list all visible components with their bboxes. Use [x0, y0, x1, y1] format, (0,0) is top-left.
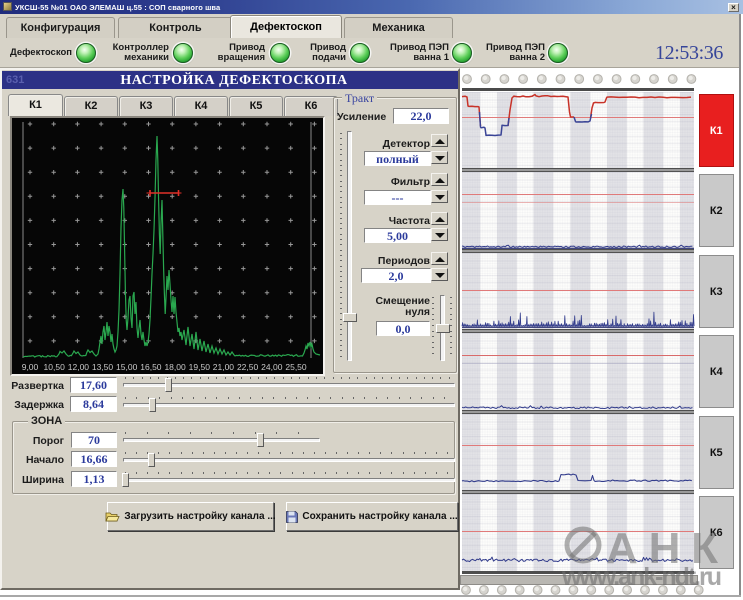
svg-text:13,50: 13,50 — [92, 362, 114, 372]
svg-text:22,50: 22,50 — [237, 362, 259, 372]
svg-text:www.ank-ndt.ru: www.ank-ndt.ru — [561, 563, 722, 591]
svg-text:10,50: 10,50 — [44, 362, 66, 372]
svg-text:9,00: 9,00 — [22, 362, 39, 372]
svg-text:18,00: 18,00 — [164, 362, 186, 372]
svg-text:24,00: 24,00 — [261, 362, 283, 372]
svg-text:19,50: 19,50 — [189, 362, 211, 372]
svg-text:25,50: 25,50 — [285, 362, 307, 372]
svg-text:16,50: 16,50 — [140, 362, 162, 372]
svg-text:15,00: 15,00 — [116, 362, 138, 372]
svg-text:21,00: 21,00 — [213, 362, 235, 372]
svg-text:12,00: 12,00 — [68, 362, 90, 372]
